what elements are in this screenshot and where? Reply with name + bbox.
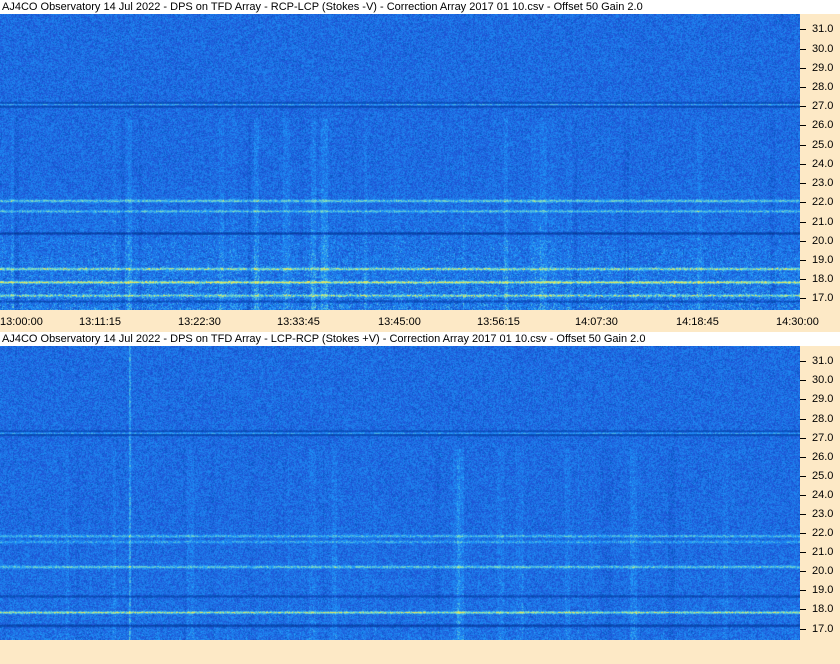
freq-tick [800,533,806,534]
time-tick-label: 13:00:00 [0,316,43,328]
freq-tick [800,202,806,203]
freq-tick-label: 20.0 [812,235,834,247]
freq-tick-label: 21.0 [812,216,834,228]
time-tick-label: 14:18:45 [676,316,719,328]
freq-tick [800,629,806,630]
freq-tick-label: 27.0 [812,432,834,444]
time-axis: 13:00:00 13:11:15 13:22:30 13:33:45 13:45:00… [0,310,840,332]
freq-tick-label: 19.0 [812,254,834,266]
bottom-margin [0,640,840,664]
freq-tick [800,495,806,496]
freq-tick-label: 22.0 [812,196,834,208]
time-tick-label: 13:56:15 [477,316,520,328]
freq-tick [800,361,806,362]
freq-tick-label: 25.0 [812,470,834,482]
time-tick-label: 13:45:00 [378,316,421,328]
freq-tick-label: 20.0 [812,565,834,577]
freq-tick-label: 19.0 [812,584,834,596]
freq-tick [800,68,806,69]
freq-tick [800,298,806,299]
freq-tick-label: 30.0 [812,43,834,55]
freq-tick [800,145,806,146]
freq-tick-label: 31.0 [812,23,834,35]
freq-tick-label: 29.0 [812,62,834,74]
freq-tick [800,106,806,107]
freq-tick-label: 27.0 [812,100,834,112]
freq-tick [800,571,806,572]
freq-tick [800,590,806,591]
panel1-title: AJ4CO Observatory 14 Jul 2022 - DPS on T… [0,0,840,14]
freq-tick-label: 28.0 [812,413,834,425]
freq-tick-label: 30.0 [812,374,834,386]
time-tick-label: 13:22:30 [178,316,221,328]
spectrogram-lcp-rcp [0,346,800,640]
time-tick-label: 14:07:30 [575,316,618,328]
freq-tick [800,438,806,439]
freq-tick [800,457,806,458]
freq-tick-label: 29.0 [812,393,834,405]
freq-tick [800,125,806,126]
freq-tick-label: 21.0 [812,546,834,558]
freq-tick [800,29,806,30]
freq-tick [800,399,806,400]
freq-tick-label: 26.0 [812,451,834,463]
freq-tick-label: 24.0 [812,489,834,501]
freq-tick [800,476,806,477]
freq-tick [800,380,806,381]
freq-tick [800,241,806,242]
freq-tick-label: 26.0 [812,119,834,131]
freq-tick [800,514,806,515]
time-tick-label: 13:33:45 [277,316,320,328]
freq-tick-label: 23.0 [812,177,834,189]
time-tick-label: 14:30:00 [776,316,819,328]
freq-tick-label: 31.0 [812,355,834,367]
freq-tick [800,222,806,223]
freq-tick [800,279,806,280]
freq-tick [800,419,806,420]
freq-tick [800,552,806,553]
freq-tick [800,260,806,261]
frequency-axis-top: 31.0 30.0 29.0 28.0 27.0 26.0 25.0 24.0 23.0 22.0… [800,14,840,310]
freq-tick-label: 17.0 [812,292,834,304]
freq-tick-label: 17.0 [812,623,834,635]
freq-tick-label: 24.0 [812,158,834,170]
frequency-axis-bottom: 31.0 30.0 29.0 28.0 27.0 26.0 25.0 24.0 23.0 22.0… [800,346,840,640]
freq-tick-label: 18.0 [812,273,834,285]
freq-tick [800,164,806,165]
freq-tick [800,49,806,50]
freq-tick-label: 23.0 [812,508,834,520]
freq-tick [800,183,806,184]
panel2-title: AJ4CO Observatory 14 Jul 2022 - DPS on T… [0,332,840,346]
freq-tick [800,609,806,610]
freq-tick-label: 22.0 [812,527,834,539]
freq-tick-label: 25.0 [812,139,834,151]
spectrogram-rcp-lcp [0,14,800,310]
freq-tick-label: 18.0 [812,603,834,615]
freq-tick-label: 28.0 [812,81,834,93]
freq-tick [800,87,806,88]
time-tick-label: 13:11:15 [79,316,122,328]
